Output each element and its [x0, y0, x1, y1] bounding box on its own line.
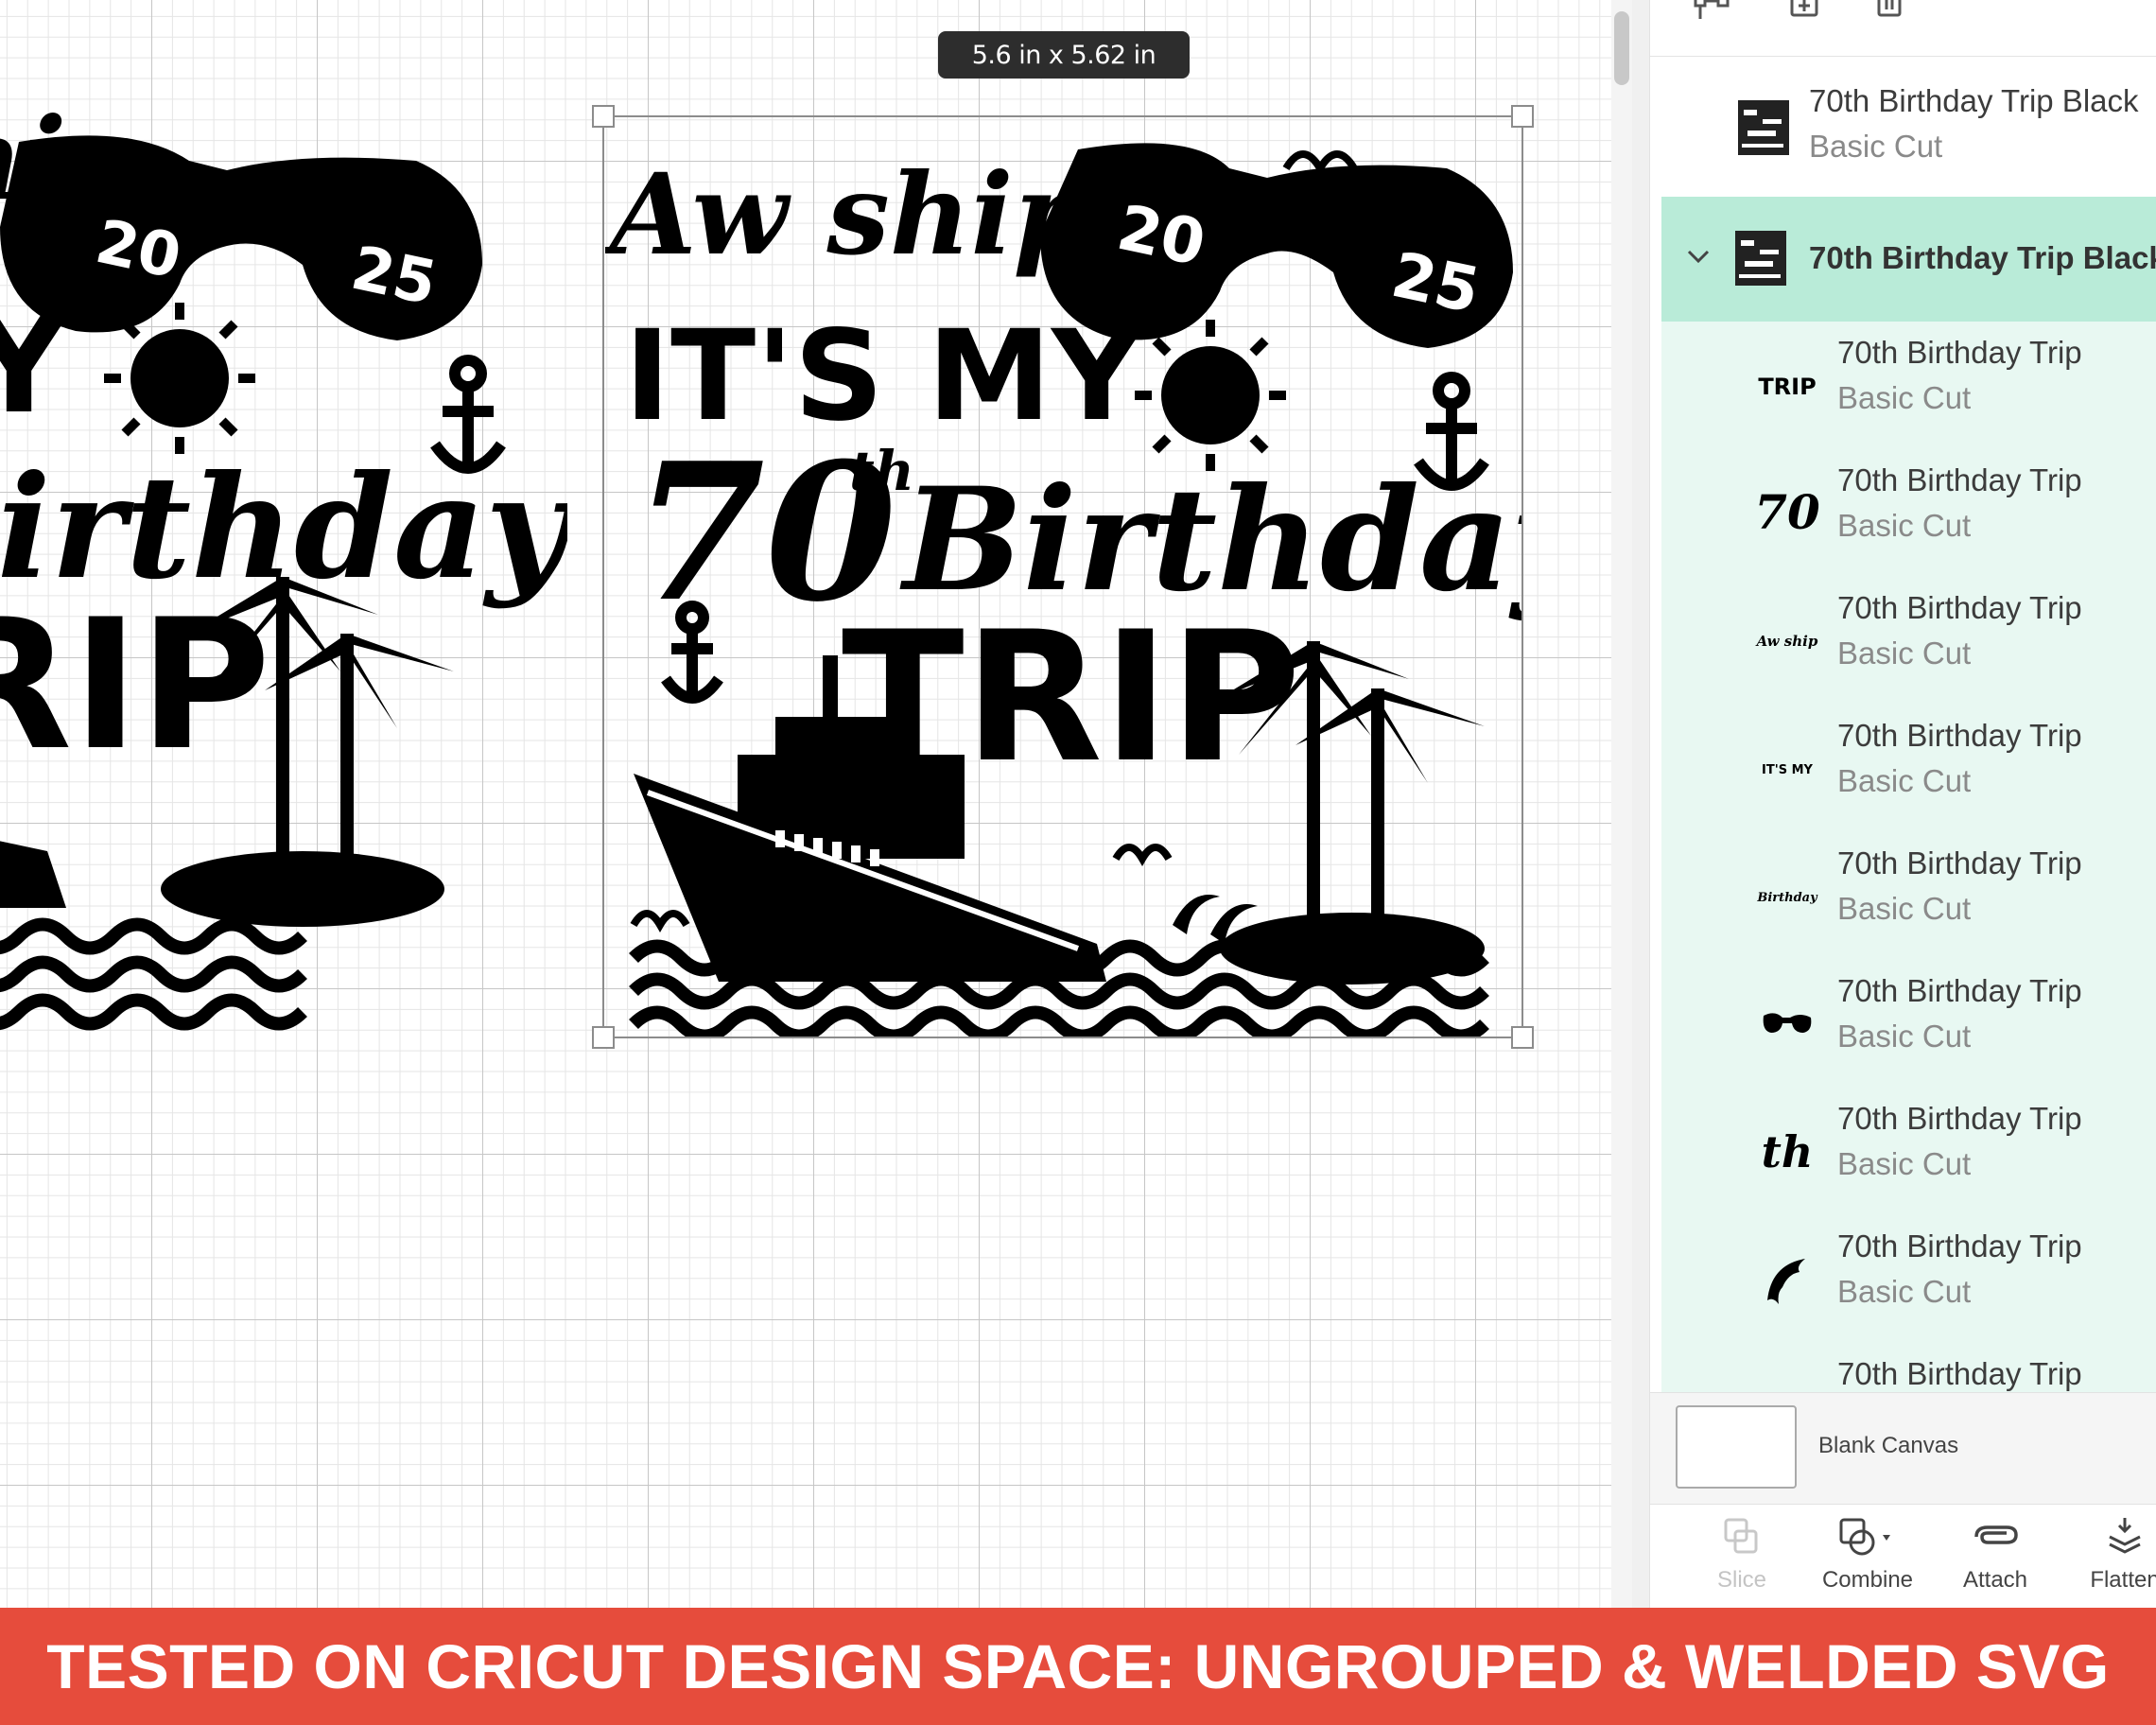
- layer-item[interactable]: th 70th Birthday Trip Basic Cut: [1661, 1088, 2156, 1215]
- design-thumbnail-icon: [1728, 225, 1794, 291]
- layer-name: 70th Birthday Trip: [1837, 462, 2082, 497]
- panel-divider: [1632, 0, 1649, 1608]
- svg-text:Birthday: Birthday: [1756, 891, 1818, 905]
- its-my-text: MY: [0, 289, 68, 444]
- slice-label: Slice: [1716, 1567, 1767, 1593]
- layer-item[interactable]: IT'S MY 70th Birthday Trip Basic Cut: [1661, 705, 2156, 832]
- size-readout-tooltip: 5.6 in x 5.62 in: [938, 31, 1190, 78]
- layer-operation: Basic Cut: [1837, 1274, 1972, 1309]
- layer-item-top[interactable]: 70th Birthday Trip Black Basic Cut: [1650, 66, 2156, 189]
- combine-icon: [1839, 1518, 1890, 1556]
- layer-item[interactable]: 70th Birthday Trip Basic Cut: [1661, 960, 2156, 1088]
- resize-handle-top-right[interactable]: [1511, 105, 1534, 128]
- delete-icon[interactable]: [1868, 0, 1915, 23]
- banner-text: TESTED ON CRICUT DESIGN SPACE: UNGROUPED…: [46, 1631, 2110, 1701]
- chevron-down-icon[interactable]: [1682, 240, 1714, 272]
- seventy-thumbnail-icon: 70: [1754, 478, 1820, 548]
- layer-name: 70th Birthday Trip: [1837, 1228, 2082, 1263]
- layer-group-expanded: 70th Birthday Trip Black TRIP 70th Birth…: [1661, 197, 2156, 1408]
- attach-icon: [1974, 1525, 2018, 1544]
- layer-operation: Basic Cut: [1837, 763, 1972, 798]
- layer-tools-bar: Slice Combine Attach Flatten: [1650, 1504, 2156, 1608]
- cricut-design-space-screen: 20 25 ship MY Birthday RIP: [0, 0, 2156, 1725]
- layer-group-name: 70th Birthday Trip Black: [1809, 240, 2156, 275]
- layer-item[interactable]: Aw ship 70th Birthday Trip Basic Cut: [1661, 577, 2156, 705]
- layer-operation: Basic Cut: [1837, 1146, 1972, 1181]
- waves-graphic: [0, 917, 307, 1031]
- canvas-vertical-scrollbar[interactable]: [1611, 0, 1632, 1608]
- layer-operation: Basic Cut: [1837, 380, 1972, 415]
- layer-item[interactable]: 70th Birthday Trip Basic Cut: [1661, 1215, 2156, 1343]
- layer-name: 70th Birthday Trip: [1837, 1356, 2082, 1391]
- layer-name: 70th Birthday Trip: [1837, 590, 2082, 625]
- slice-icon: [1724, 1518, 1758, 1554]
- layer-name: 70th Birthday Trip: [1837, 1101, 2082, 1136]
- th-thumbnail-icon: th: [1754, 1116, 1820, 1186]
- layer-item[interactable]: TRIP 70th Birthday Trip Basic Cut: [1661, 322, 2156, 449]
- sun-icon: [104, 303, 255, 454]
- design-canvas[interactable]: 20 25 ship MY Birthday RIP: [0, 0, 1611, 1608]
- layer-operation: Basic Cut: [1809, 129, 1943, 164]
- attach-label: Attach: [1962, 1567, 2028, 1593]
- layer-name: 70th Birthday Trip Black: [1809, 83, 2139, 118]
- selection-bounding-box[interactable]: [592, 105, 1534, 1049]
- layer-operation: Basic Cut: [1837, 636, 1972, 671]
- design-thumbnail-icon: [1730, 95, 1797, 161]
- design-copy-left[interactable]: 20 25 ship MY Birthday RIP: [0, 104, 567, 1040]
- aw-ship-thumbnail-icon: Aw ship: [1754, 605, 1820, 675]
- svg-text:th: th: [1762, 1126, 1814, 1177]
- svg-text:70: 70: [1754, 484, 1820, 540]
- resize-handle-bottom-right[interactable]: [1511, 1026, 1534, 1049]
- blank-canvas-swatch[interactable]: [1676, 1405, 1797, 1489]
- attach-button[interactable]: Attach: [1953, 1516, 2038, 1594]
- group-icon[interactable]: [1690, 0, 1737, 23]
- layer-operation: Basic Cut: [1837, 1019, 1972, 1054]
- svg-text:Aw ship: Aw ship: [1755, 633, 1818, 650]
- script-top-text: ship: [0, 104, 146, 226]
- promo-banner: TESTED ON CRICUT DESIGN SPACE: UNGROUPED…: [0, 1608, 2156, 1725]
- scrollbar-thumb[interactable]: [1614, 11, 1629, 85]
- blank-canvas-label: Blank Canvas: [1818, 1433, 1959, 1458]
- layer-name: 70th Birthday Trip: [1837, 718, 2082, 753]
- svg-text:IT'S MY: IT'S MY: [1762, 763, 1814, 777]
- trip-thumbnail-icon: TRIP: [1754, 350, 1820, 420]
- combine-label: Combine: [1821, 1567, 1914, 1593]
- layer-operation: Basic Cut: [1837, 508, 1972, 543]
- blank-canvas-row[interactable]: Blank Canvas: [1650, 1392, 2156, 1504]
- flatten-button[interactable]: Flatten: [2078, 1516, 2156, 1594]
- dolphin-thumbnail-icon: [1754, 1244, 1820, 1314]
- layers-panel: 70th Birthday Trip Black Basic Cut 70th …: [1649, 0, 2156, 1608]
- flatten-icon: [2109, 1518, 2141, 1554]
- svg-text:TRIP: TRIP: [1758, 374, 1816, 400]
- layer-operation: Basic Cut: [1837, 891, 1972, 926]
- duplicate-icon[interactable]: [1782, 0, 1830, 23]
- birthday-thumbnail-icon: Birthday: [1754, 861, 1820, 931]
- combine-button[interactable]: Combine: [1811, 1516, 1924, 1594]
- layer-name: 70th Birthday Trip: [1837, 973, 2082, 1008]
- layer-item[interactable]: Birthday 70th Birthday Trip Basic Cut: [1661, 832, 2156, 960]
- its-my-thumbnail-icon: IT'S MY: [1754, 733, 1820, 803]
- layer-item[interactable]: 70 70th Birthday Trip Basic Cut: [1661, 449, 2156, 577]
- layer-name: 70th Birthday Trip: [1837, 335, 2082, 370]
- anchor-icon: [430, 355, 506, 474]
- resize-handle-bottom-left[interactable]: [592, 1026, 615, 1049]
- sunglasses-thumbnail-icon: [1754, 988, 1820, 1058]
- layer-name: 70th Birthday Trip: [1837, 845, 2082, 880]
- slice-button[interactable]: Slice: [1699, 1516, 1784, 1594]
- resize-handle-top-left[interactable]: [592, 105, 615, 128]
- layers-toolbar: [1650, 0, 2156, 57]
- flatten-label: Flatten: [2090, 1567, 2156, 1593]
- layer-group-header[interactable]: 70th Birthday Trip Black: [1661, 197, 2156, 322]
